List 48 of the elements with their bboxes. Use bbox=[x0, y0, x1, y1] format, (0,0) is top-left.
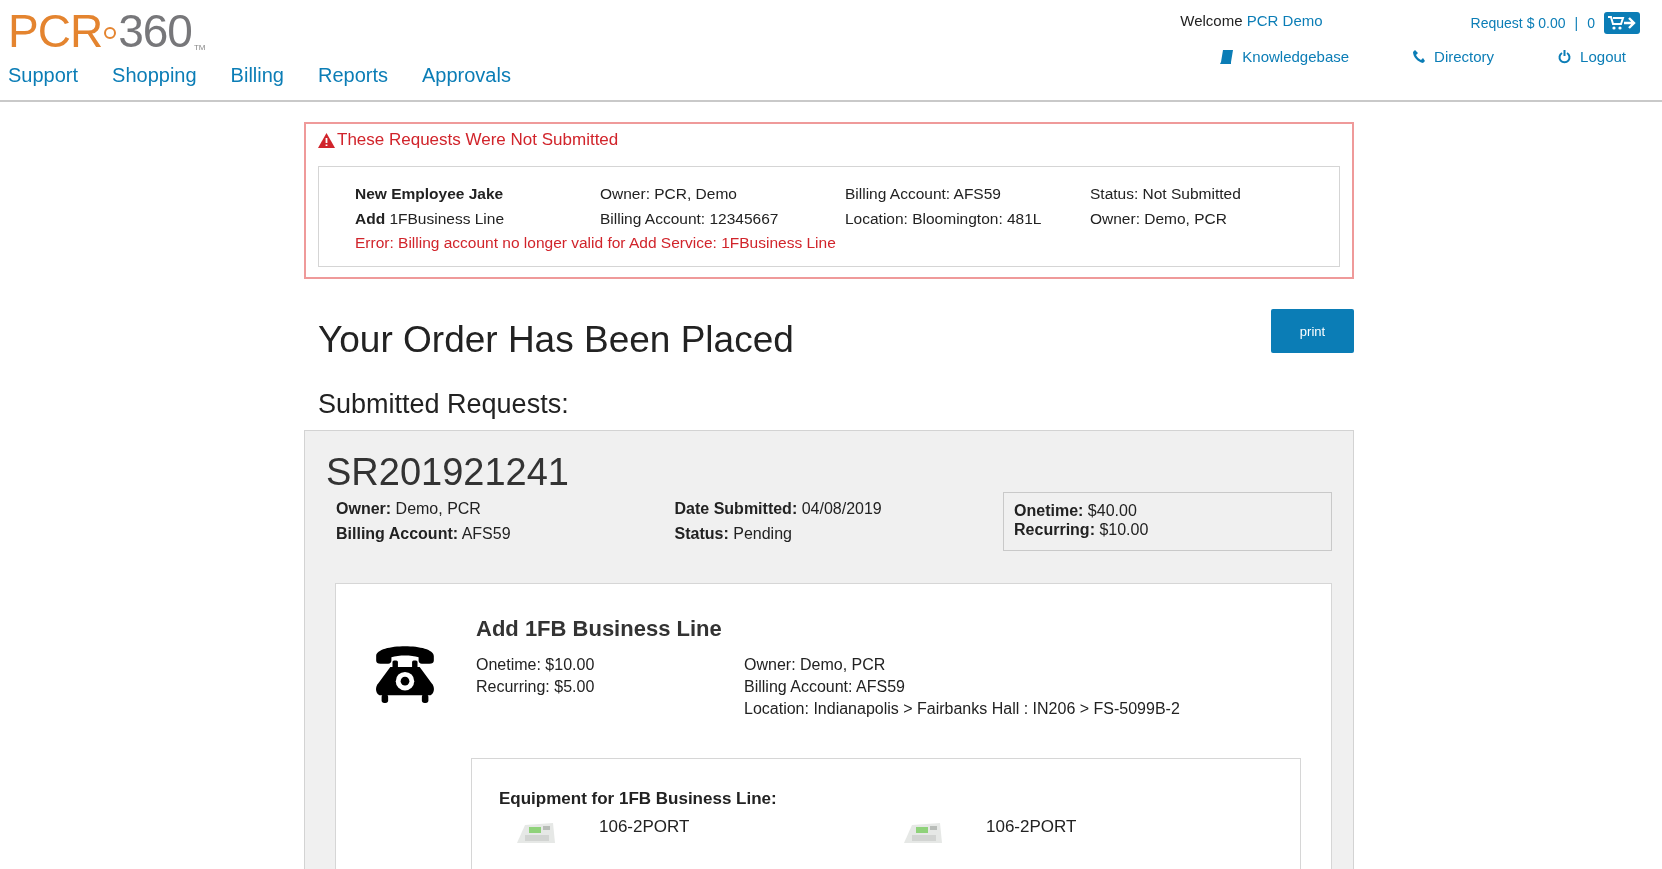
request-field: Owner: Demo, PCR bbox=[336, 500, 665, 518]
print-button[interactable]: print bbox=[1271, 309, 1354, 353]
header-link[interactable]: Knowledgebase bbox=[1220, 48, 1350, 65]
nav-link[interactable]: Support bbox=[8, 64, 79, 87]
alert-title: These Requests Were Not Submitted bbox=[337, 130, 619, 150]
phone-icon bbox=[1413, 50, 1426, 63]
equipment-name: 106-2PORT bbox=[986, 817, 1077, 837]
cart-count: 0 bbox=[1587, 15, 1595, 31]
nav-link[interactable]: Reports bbox=[317, 64, 388, 87]
service-cost: Onetime: $10.00 bbox=[476, 656, 596, 674]
request-detail: Billing Account: AFS59 bbox=[845, 185, 1002, 203]
header-link[interactable]: Logout bbox=[1558, 48, 1626, 65]
warning-icon bbox=[318, 132, 335, 148]
section-heading: Submitted Requests: bbox=[318, 389, 570, 420]
equipment-title: Equipment for 1FB Business Line: bbox=[499, 789, 778, 809]
request-detail: Location: Bloomington: 481L bbox=[845, 210, 1043, 228]
page-heading: Your Order Has Been Placed bbox=[318, 319, 794, 361]
nav-link[interactable]: Billing bbox=[230, 64, 284, 87]
service-cost: Recurring: $5.00 bbox=[476, 678, 596, 696]
book-icon bbox=[1220, 49, 1234, 64]
equipment-name: 106-2PORT bbox=[599, 817, 690, 837]
service-detail: Location: Indianapolis > Fairbanks Hall : IN206 > FS-5099B-2 bbox=[744, 700, 1180, 718]
pcr360-logo[interactable]: PCR 360 TM bbox=[8, 6, 511, 54]
welcome-text: Welcome PCR Demo bbox=[1180, 11, 1323, 29]
request-detail: Owner: PCR, Demo bbox=[600, 185, 738, 203]
request-field: Status: Pending bbox=[674, 525, 1004, 543]
cart-button[interactable] bbox=[1604, 12, 1640, 34]
service-detail: Billing Account: AFS59 bbox=[744, 678, 906, 696]
service-detail: Owner: Demo, PCR bbox=[744, 656, 887, 674]
request-action: Add 1FBusiness Line bbox=[355, 210, 506, 228]
request-total-link[interactable]: Request $ 0.00 bbox=[1470, 15, 1566, 31]
nav-link[interactable]: Shopping bbox=[112, 64, 197, 87]
separator: | bbox=[1574, 15, 1579, 31]
request-field: Date Submitted: 04/08/2019 bbox=[674, 500, 1004, 518]
total-line: Recurring: $10.00 bbox=[1014, 521, 1150, 539]
nav-link[interactable]: Approvals bbox=[422, 64, 511, 87]
request-detail: Owner: Demo, PCR bbox=[1090, 210, 1228, 228]
request-detail: Billing Account: 12345667 bbox=[600, 210, 780, 228]
header-link[interactable]: Directory bbox=[1413, 48, 1495, 65]
request-detail: Status: Not Submitted bbox=[1090, 185, 1242, 203]
request-id: SR201921241 bbox=[326, 451, 570, 494]
request-name: New Employee Jake bbox=[355, 185, 505, 203]
error-message: Error: Billing account no longer valid for Add Service: 1FBusiness Line bbox=[355, 234, 837, 252]
cart-arrow-icon bbox=[1608, 16, 1636, 30]
request-field: Billing Account: AFS59 bbox=[336, 525, 665, 543]
service-title: Add 1FB Business Line bbox=[476, 616, 723, 642]
power-icon bbox=[1558, 49, 1572, 64]
total-line: Onetime: $40.00 bbox=[1014, 502, 1138, 520]
